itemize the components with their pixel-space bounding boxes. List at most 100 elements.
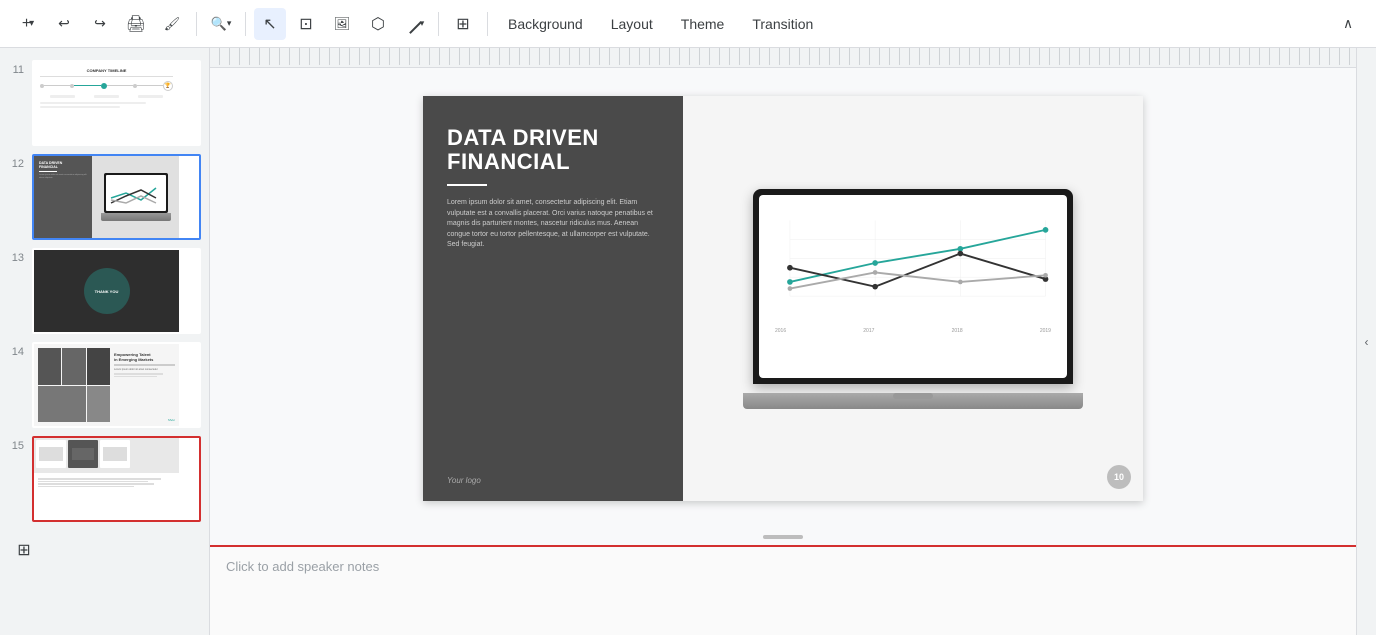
print-icon: 🖨 bbox=[126, 14, 146, 34]
thumb12-text: Lorem ipsum dolor sit amet consectetur a… bbox=[39, 174, 87, 180]
slide-number-12: 12 bbox=[8, 158, 24, 170]
crop-icon: ⊡ bbox=[299, 14, 312, 34]
text-box-button[interactable]: ⊞ bbox=[447, 8, 479, 40]
image-icon: 🖼 bbox=[334, 16, 351, 32]
format-paint-button[interactable]: 🖌 bbox=[156, 8, 188, 40]
separator-4 bbox=[487, 12, 488, 36]
main-area: 11 COMPANY TIMELINE � bbox=[0, 48, 1376, 635]
slide-thumb-12[interactable]: DATA DRIVENFINANCIAL Lorem ipsum dolor s… bbox=[32, 154, 201, 240]
collapse-panel-button[interactable]: ‹ bbox=[1356, 48, 1376, 635]
thumb13-circle: THANK YOU bbox=[84, 268, 130, 314]
slide-main-title: DATA DRIVEN FINANCIAL bbox=[447, 126, 659, 174]
layout-button[interactable]: Layout bbox=[599, 8, 665, 40]
undo-button[interactable]: ↩ bbox=[48, 8, 80, 40]
select-icon: ↖ bbox=[263, 14, 276, 34]
slide-item-12[interactable]: 12 DATA DRIVENFINANCIAL Lorem ipsum dolo… bbox=[0, 150, 209, 244]
collapse-icon: ‹ bbox=[1365, 335, 1369, 349]
textbox-icon: ⊞ bbox=[456, 14, 469, 34]
laptop-body: 2016 2017 2018 2019 bbox=[753, 189, 1073, 384]
thumb12-divider bbox=[39, 171, 57, 172]
print-button[interactable]: 🖨 bbox=[120, 8, 152, 40]
slide-thumb-14[interactable]: Empowering Talentin Emerging Markets Lor… bbox=[32, 342, 201, 428]
canvas-area[interactable]: DATA DRIVEN FINANCIAL Lorem ipsum dolor … bbox=[210, 48, 1356, 635]
grid-icon: ⊞ bbox=[17, 540, 30, 560]
zoom-dropdown-icon: ▾ bbox=[227, 18, 232, 29]
slide-thumb-15[interactable] bbox=[32, 436, 201, 522]
speaker-notes-area[interactable]: Click to add speaker notes bbox=[210, 545, 1356, 635]
background-button[interactable]: Background bbox=[496, 8, 595, 40]
thumb14-content: Empowering Talentin Emerging Markets Lor… bbox=[114, 352, 175, 377]
zoom-out-icon: 🔍 bbox=[211, 16, 227, 32]
redo-button[interactable]: ↪ bbox=[84, 8, 116, 40]
thumb13-text: THANK YOU bbox=[95, 289, 119, 294]
slide-number-13: 13 bbox=[8, 252, 24, 264]
separator-3 bbox=[438, 12, 439, 36]
slide-number-11: 11 bbox=[8, 64, 24, 76]
thumb12-title: DATA DRIVENFINANCIAL bbox=[39, 161, 87, 169]
chart-svg bbox=[771, 203, 1055, 323]
select-button[interactable]: ↖ bbox=[254, 8, 286, 40]
laptop-screen: 2016 2017 2018 2019 bbox=[759, 195, 1067, 378]
slide-number-14: 14 bbox=[8, 346, 24, 358]
add-dropdown-icon: ▾ bbox=[29, 18, 34, 29]
undo-icon: ↩ bbox=[58, 15, 70, 32]
thumb11-title: COMPANY TIMELINE bbox=[40, 68, 173, 73]
image-button[interactable]: 🖼 bbox=[326, 8, 358, 40]
thumb15-bottom bbox=[34, 476, 179, 520]
crop-button[interactable]: ⊡ bbox=[290, 8, 322, 40]
thumb15-top bbox=[34, 438, 179, 473]
toolbar: + ▾ ↩ ↪ 🖨 🖌 🔍 ▾ ↖ ⊡ 🖼 ⬡ ▾ ⊞ Background L… bbox=[0, 0, 1376, 48]
laptop-notch bbox=[893, 393, 933, 399]
slide-thumb-13[interactable]: THANK YOU bbox=[32, 248, 201, 334]
slide-canvas-wrapper[interactable]: DATA DRIVEN FINANCIAL Lorem ipsum dolor … bbox=[210, 68, 1356, 529]
grid-view-button[interactable]: ⊞ bbox=[8, 534, 40, 566]
slide-right-panel: 2016 2017 2018 2019 bbox=[683, 96, 1143, 501]
slide-divider bbox=[447, 184, 487, 186]
thumb11-timeline: 🏆 bbox=[40, 81, 173, 91]
thumb14-tag: SlVer bbox=[168, 418, 175, 422]
thumb12-laptop-area bbox=[92, 156, 179, 238]
slide-left-panel: DATA DRIVEN FINANCIAL Lorem ipsum dolor … bbox=[423, 96, 683, 501]
slide-item-14[interactable]: 14 Empowering Talentin Emerging Markets bbox=[0, 338, 209, 432]
ruler-ticks bbox=[210, 48, 1356, 67]
laptop-base bbox=[743, 393, 1083, 409]
thumb14-photos bbox=[38, 348, 110, 422]
page-number: 10 bbox=[1107, 465, 1131, 489]
separator-2 bbox=[245, 12, 246, 36]
thumb11-labels bbox=[40, 95, 173, 98]
line-button[interactable]: ▾ bbox=[398, 8, 430, 40]
chart-year-1: 2016 bbox=[775, 328, 786, 334]
slide-logo: Your logo bbox=[447, 476, 481, 485]
scroll-indicator bbox=[763, 535, 803, 539]
slide-item-11[interactable]: 11 COMPANY TIMELINE � bbox=[0, 56, 209, 150]
separator-1 bbox=[196, 12, 197, 36]
slide-item-13[interactable]: 13 THANK YOU bbox=[0, 244, 209, 338]
toolbar-collapse-button[interactable]: ∧ bbox=[1332, 8, 1364, 40]
theme-button[interactable]: Theme bbox=[669, 8, 737, 40]
shapes-button[interactable]: ⬡ bbox=[362, 8, 394, 40]
chart-labels: 2016 2017 2018 2019 bbox=[771, 328, 1055, 334]
slides-panel-bottom: ⊞ bbox=[0, 526, 209, 574]
transition-button[interactable]: Transition bbox=[740, 8, 825, 40]
speaker-notes-placeholder[interactable]: Click to add speaker notes bbox=[226, 559, 1340, 574]
slide-thumb-11[interactable]: COMPANY TIMELINE 🏆 bbox=[32, 60, 201, 146]
chart-area: 2016 2017 2018 2019 bbox=[759, 195, 1067, 378]
chevron-up-icon: ∧ bbox=[1343, 16, 1353, 32]
thumb11-line bbox=[40, 76, 173, 77]
format-paint-icon: 🖌 bbox=[164, 16, 181, 32]
add-button[interactable]: + ▾ bbox=[12, 8, 44, 40]
laptop-mockup: 2016 2017 2018 2019 bbox=[743, 189, 1083, 409]
ruler-horizontal bbox=[210, 48, 1356, 68]
slide-number-15: 15 bbox=[8, 440, 24, 452]
shapes-icon: ⬡ bbox=[371, 14, 385, 34]
thumb11-text bbox=[40, 102, 173, 108]
chart-year-4: 2019 bbox=[1040, 328, 1051, 334]
chart-year-3: 2018 bbox=[952, 328, 963, 334]
slides-panel: 11 COMPANY TIMELINE � bbox=[0, 48, 210, 635]
zoom-out-button[interactable]: 🔍 ▾ bbox=[205, 8, 237, 40]
slide-item-15[interactable]: 15 bbox=[0, 432, 209, 526]
main-slide[interactable]: DATA DRIVEN FINANCIAL Lorem ipsum dolor … bbox=[423, 96, 1143, 501]
slide-body-text: Lorem ipsum dolor sit amet, consectetur … bbox=[447, 198, 659, 251]
chart-year-2: 2017 bbox=[863, 328, 874, 334]
redo-icon: ↪ bbox=[94, 15, 106, 32]
